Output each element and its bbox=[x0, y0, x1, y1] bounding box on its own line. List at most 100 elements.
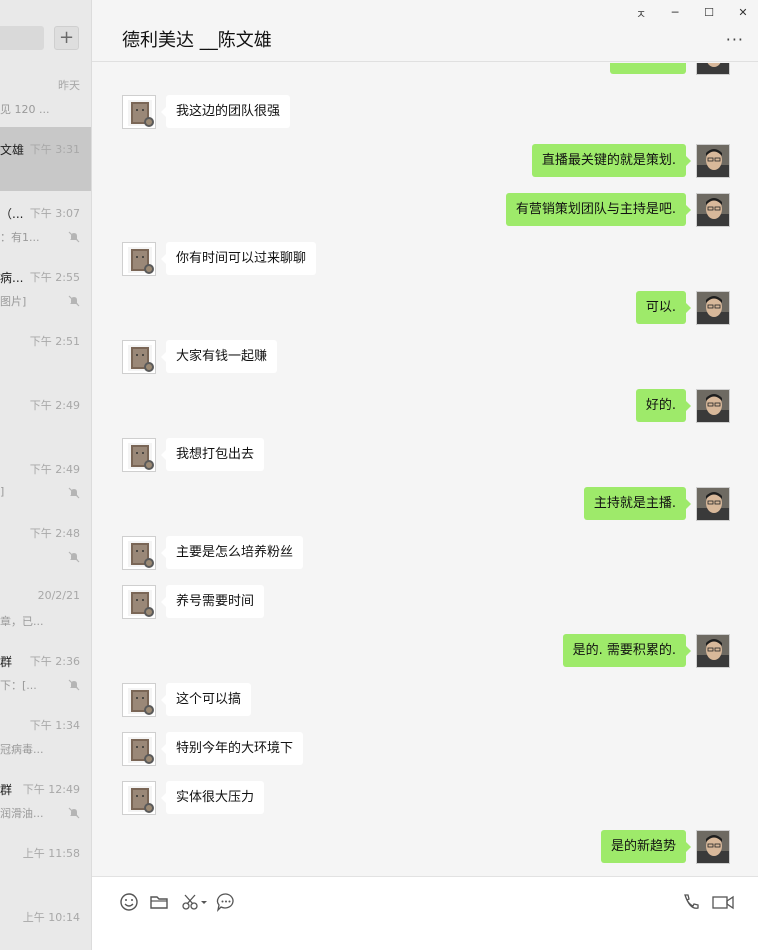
mute-bell-icon bbox=[68, 807, 80, 819]
contact-avatar[interactable] bbox=[122, 536, 156, 570]
self-avatar[interactable] bbox=[696, 830, 730, 864]
contact-item[interactable]: 下午 2:51 bbox=[0, 319, 91, 383]
video-icon[interactable] bbox=[710, 891, 736, 913]
self-avatar[interactable] bbox=[696, 63, 730, 75]
mute-bell-icon bbox=[68, 679, 80, 691]
contact-item[interactable]: 上午 10:14 bbox=[0, 895, 91, 950]
contact-item[interactable]: 20/2/21 章，已... bbox=[0, 575, 91, 639]
message-bubble[interactable]: 主持就是主播. bbox=[583, 487, 692, 520]
emoji-icon[interactable] bbox=[118, 891, 140, 913]
chat-title: 德利美达 __陈文雄 bbox=[122, 30, 272, 51]
contact-preview: 下：[... bbox=[0, 679, 37, 692]
contact-time: 下午 12:49 bbox=[22, 783, 80, 796]
message-bubble[interactable]: 养号需要时间 bbox=[160, 585, 265, 618]
incoming-message: 养号需要时间 bbox=[122, 585, 728, 619]
self-avatar[interactable] bbox=[696, 487, 730, 521]
message-bubble[interactable]: 直播最关键的就是策划. bbox=[531, 144, 692, 177]
message-bubble[interactable]: 实体很大压力 bbox=[160, 781, 265, 814]
contact-name: 文雄 bbox=[0, 143, 25, 157]
contact-item[interactable]: 病... 下午 2:55 图片] bbox=[0, 255, 91, 319]
contact-item[interactable]: 下午 2:48 bbox=[0, 511, 91, 575]
contact-preview: ] bbox=[0, 485, 5, 498]
incoming-message: 大家有钱一起赚 bbox=[122, 340, 728, 374]
self-avatar[interactable] bbox=[696, 144, 730, 178]
incoming-message: 特别今年的大环境下 bbox=[122, 732, 728, 766]
outgoing-message: 主持就是主播. bbox=[124, 487, 730, 521]
mute-bell-icon bbox=[68, 551, 80, 563]
contact-item[interactable]: 上午 11:58 bbox=[0, 831, 91, 895]
contact-time: 下午 2:36 bbox=[29, 655, 80, 668]
message-bubble[interactable]: 主要是怎么培养粉丝 bbox=[160, 536, 304, 569]
self-avatar[interactable] bbox=[696, 291, 730, 325]
message-bubble[interactable]: 我这边的团队很强 bbox=[160, 95, 291, 128]
outgoing-message: 没问题的. bbox=[124, 63, 730, 75]
contact-avatar[interactable] bbox=[122, 438, 156, 472]
contact-avatar[interactable] bbox=[122, 781, 156, 815]
add-button[interactable]: + bbox=[54, 26, 79, 50]
contact-item[interactable]: 下午 2:49] bbox=[0, 447, 91, 511]
pin-button[interactable]: ㅈ bbox=[631, 6, 651, 22]
close-button[interactable]: ✕ bbox=[733, 6, 753, 19]
contact-time: 下午 3:07 bbox=[29, 207, 80, 220]
message-bubble[interactable]: 可以. bbox=[635, 291, 692, 324]
contact-name: 群 bbox=[0, 783, 13, 797]
mute-bell-icon bbox=[68, 295, 80, 307]
contact-time: 下午 1:34 bbox=[29, 719, 80, 732]
message-bubble[interactable]: 我想打包出去 bbox=[160, 438, 265, 471]
mute-bell-icon bbox=[68, 487, 80, 499]
message-bubble[interactable]: 你有时间可以过来聊聊 bbox=[160, 242, 317, 275]
message-bubble[interactable]: 是的新趋势 bbox=[600, 830, 692, 863]
contact-time: 20/2/21 bbox=[37, 589, 80, 602]
more-options-button[interactable]: ··· bbox=[726, 30, 744, 49]
contact-avatar[interactable] bbox=[122, 585, 156, 619]
message-bubble[interactable]: 有营销策划团队与主持是吧. bbox=[505, 193, 692, 226]
self-avatar[interactable] bbox=[696, 193, 730, 227]
chat-bubble-icon[interactable] bbox=[215, 891, 237, 913]
outgoing-message: 是的. 需要积累的. bbox=[124, 634, 730, 668]
contact-item[interactable]: 群 下午 2:36 下：[... bbox=[0, 639, 91, 703]
message-bubble[interactable]: 大家有钱一起赚 bbox=[160, 340, 278, 373]
message-bubble[interactable]: 特别今年的大环境下 bbox=[160, 732, 304, 765]
scissors-icon[interactable] bbox=[180, 891, 210, 913]
incoming-message: 我想打包出去 bbox=[122, 438, 728, 472]
contact-list-panel: + 昨天见 120 ... 文雄 下午 3:31 （... 下午 3:07 ：有1... 病… bbox=[0, 0, 92, 950]
folder-icon[interactable] bbox=[148, 891, 170, 913]
contact-name: （... bbox=[0, 207, 24, 221]
contact-preview: 章，已... bbox=[0, 615, 44, 628]
contact-item[interactable]: 昨天见 120 ... bbox=[0, 63, 91, 127]
incoming-message: 你有时间可以过来聊聊 bbox=[122, 242, 728, 276]
maximize-button[interactable]: ☐ bbox=[699, 6, 719, 19]
message-input-area[interactable] bbox=[92, 876, 758, 950]
contact-item[interactable]: 下午 2:49 bbox=[0, 383, 91, 447]
contact-time: 下午 2:49 bbox=[29, 399, 80, 412]
contact-avatar[interactable] bbox=[122, 732, 156, 766]
contact-avatar[interactable] bbox=[122, 683, 156, 717]
contact-avatar[interactable] bbox=[122, 340, 156, 374]
contact-preview: ：有1... bbox=[0, 231, 40, 244]
message-bubble[interactable]: 好的. bbox=[635, 389, 692, 422]
contact-time: 下午 2:51 bbox=[29, 335, 80, 348]
contact-preview: 冠病毒... bbox=[0, 743, 44, 756]
contact-avatar[interactable] bbox=[122, 95, 156, 129]
message-bubble[interactable]: 这个可以搞 bbox=[160, 683, 252, 716]
contact-preview: 图片] bbox=[0, 295, 27, 308]
self-avatar[interactable] bbox=[696, 389, 730, 423]
contact-name: 群 bbox=[0, 655, 13, 669]
contact-item[interactable]: 文雄 下午 3:31 bbox=[0, 127, 91, 191]
message-bubble[interactable]: 是的. 需要积累的. bbox=[562, 634, 692, 667]
contact-item[interactable]: 群下午 12:49 润滑油... bbox=[0, 767, 91, 831]
contact-avatar[interactable] bbox=[122, 242, 156, 276]
message-bubble[interactable]: 没问题的. bbox=[609, 63, 686, 74]
self-avatar[interactable] bbox=[696, 634, 730, 668]
message-list[interactable]: 没问题的. 我这边的团队很强直播最关键的就是策划. 有营销策划团队与主持是吧. 你有时… bbox=[92, 63, 758, 875]
contact-time: 昨天 bbox=[58, 79, 80, 92]
incoming-message: 我这边的团队很强 bbox=[122, 95, 728, 129]
contact-item[interactable]: 下午 1:34 冠病毒... bbox=[0, 703, 91, 767]
contact-preview: 见 120 ... bbox=[0, 103, 50, 116]
outgoing-message: 是的新趋势 bbox=[124, 830, 730, 864]
minimize-button[interactable]: ─ bbox=[665, 6, 685, 19]
contact-time: 下午 2:55 bbox=[29, 271, 80, 284]
search-input[interactable] bbox=[0, 26, 44, 50]
phone-icon[interactable] bbox=[680, 891, 702, 913]
contact-item[interactable]: （... 下午 3:07 ：有1... bbox=[0, 191, 91, 255]
